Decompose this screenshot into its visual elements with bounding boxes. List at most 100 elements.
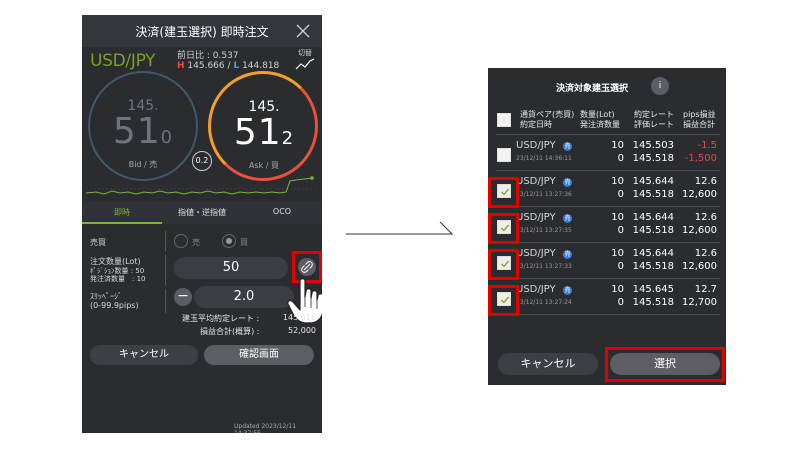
divider xyxy=(165,231,166,251)
row-eval-rate: 145.518 xyxy=(632,153,674,164)
pl-value: 52,000 xyxy=(288,326,316,335)
row-pair: USD/JPY xyxy=(516,284,556,295)
side-badge: 売 xyxy=(563,214,572,223)
low-label: L xyxy=(233,61,240,71)
row-qty: 10 xyxy=(611,284,624,295)
row-pips: 12.6 xyxy=(694,176,717,187)
highlight-box xyxy=(488,285,519,316)
row-checkbox[interactable] xyxy=(497,148,511,162)
side-badge: 売 xyxy=(563,142,572,151)
row-rate: 145.645 xyxy=(632,284,674,295)
prev-day-change: 前日比 : 0.537 xyxy=(177,51,239,61)
row-pair: USD/JPY xyxy=(516,140,556,151)
close-icon[interactable] xyxy=(294,22,312,40)
switch-label: 切替 xyxy=(298,49,312,57)
row-date: 23/12/11 13:27:24 xyxy=(516,299,572,306)
cancel-button[interactable]: キャンセル xyxy=(498,353,598,375)
slippage-decrement[interactable]: − xyxy=(174,288,192,306)
cancel-button[interactable]: キャンセル xyxy=(90,345,198,365)
row-qty: 10 xyxy=(611,248,624,259)
row-divider xyxy=(496,314,720,315)
row-pl: 12,600 xyxy=(682,189,717,200)
slippage-value: 2.0 xyxy=(233,289,255,304)
low-value: 144.818 xyxy=(242,61,280,71)
row-divider xyxy=(496,134,720,135)
row-rate: 145.503 xyxy=(632,140,674,151)
ask-gauge[interactable]: 145. 512 Ask / 買 xyxy=(208,71,318,181)
confirm-button[interactable]: 確認画面 xyxy=(204,345,314,365)
high-low-separator: / xyxy=(227,61,231,71)
row-pips: 12.6 xyxy=(694,248,717,259)
row-pl: 12,600 xyxy=(682,225,717,236)
position-select-button[interactable] xyxy=(298,258,316,276)
highlight-box xyxy=(488,249,519,280)
row-pl: 12,700 xyxy=(682,297,717,308)
row-rate: 145.644 xyxy=(632,176,674,187)
avg-rate-value: 145.616 xyxy=(282,313,316,322)
chart-switch-icon xyxy=(295,58,315,70)
chart-switch-button[interactable]: 切替 xyxy=(294,48,316,72)
tab-oco[interactable]: OCO xyxy=(242,207,322,216)
row-pair: USD/JPY xyxy=(516,248,556,259)
row-pl: 12,600 xyxy=(682,261,717,272)
row-rate: 145.644 xyxy=(632,248,674,259)
ask-price-main: 512 xyxy=(233,112,295,153)
qty-input[interactable]: 50 xyxy=(174,257,288,279)
row-eval-rate: 145.518 xyxy=(632,189,674,200)
row-eval-rate: 145.518 xyxy=(632,297,674,308)
buy-label: 買 xyxy=(240,238,248,247)
side-badge: 売 xyxy=(563,178,572,187)
select-all-checkbox[interactable] xyxy=(497,113,511,127)
header-bar: 決済(建玉選択) 即時注文 xyxy=(82,15,322,47)
slippage-range: (0-99.9pips) xyxy=(90,301,139,310)
row-divider xyxy=(496,170,720,171)
row-eval-rate: 145.518 xyxy=(632,225,674,236)
row-qty: 10 xyxy=(611,176,624,187)
updated-timestamp: Updated 2023/12/11 14:37:55 xyxy=(234,423,297,433)
tab-limit-stop[interactable]: 指値・逆指値 xyxy=(162,207,242,218)
bid-label: Bid / 売 xyxy=(128,160,158,169)
high-label: H xyxy=(177,61,185,71)
row-divider xyxy=(496,278,720,279)
row-ordered: 0 xyxy=(617,225,624,236)
link-icon xyxy=(301,261,313,273)
bid-gauge[interactable]: 145. 510 Bid / 売 xyxy=(88,71,198,181)
info-icon[interactable]: i xyxy=(651,77,669,95)
side-label: 売買 xyxy=(90,238,106,247)
row-rate: 145.644 xyxy=(632,212,674,223)
ask-label: Ask / 買 xyxy=(248,161,280,170)
side-badge: 売 xyxy=(563,250,572,259)
buy-radio[interactable] xyxy=(222,234,236,248)
avg-rate-label: 建玉平均約定レート : xyxy=(182,314,260,323)
high-value: 145.666 xyxy=(187,61,225,71)
active-tab-indicator xyxy=(82,222,162,224)
pl-label: 損益合計(概算) : xyxy=(200,327,260,336)
row-eval-rate: 145.518 xyxy=(632,261,674,272)
row-date: 23/12/11 13:27:36 xyxy=(516,191,572,198)
position-select-dialog: 決済対象建玉選択 i 通貨ペア(売買) 約定日時 数量(Lot) 発注済数量 約定レ… xyxy=(488,68,726,385)
arrow-icon xyxy=(346,221,454,235)
row-date: 23/12/11 13:27:33 xyxy=(516,263,572,270)
row-qty: 10 xyxy=(611,140,624,151)
highlight-box xyxy=(488,177,519,208)
row-ordered: 0 xyxy=(617,189,624,200)
row-pips: -1.5 xyxy=(697,140,717,151)
divider xyxy=(165,289,166,313)
divider xyxy=(165,255,166,285)
sparkline-chart xyxy=(86,176,318,195)
row-ordered: 0 xyxy=(617,297,624,308)
header-qty: 数量(Lot) 発注済数量 xyxy=(580,110,620,129)
sell-label: 売 xyxy=(192,238,200,247)
tab-immediate[interactable]: 即時 xyxy=(82,207,162,218)
header-pair: 通貨ペア(売買) 約定日時 xyxy=(520,110,575,129)
slippage-input[interactable]: 2.0 xyxy=(194,286,294,308)
row-divider xyxy=(496,242,720,243)
row-ordered: 0 xyxy=(617,261,624,272)
order-type-tabs: 即時 指値・逆指値 OCO xyxy=(82,202,322,224)
spread-badge: 0.2 xyxy=(192,151,212,171)
header-rate: 約定レート 評価レート xyxy=(634,110,674,129)
sell-radio[interactable] xyxy=(174,234,188,248)
bid-price-main: 510 xyxy=(112,111,174,152)
currency-pair: USD/JPY xyxy=(90,51,156,71)
header-pl: pips損益 損益合計 xyxy=(683,110,716,129)
